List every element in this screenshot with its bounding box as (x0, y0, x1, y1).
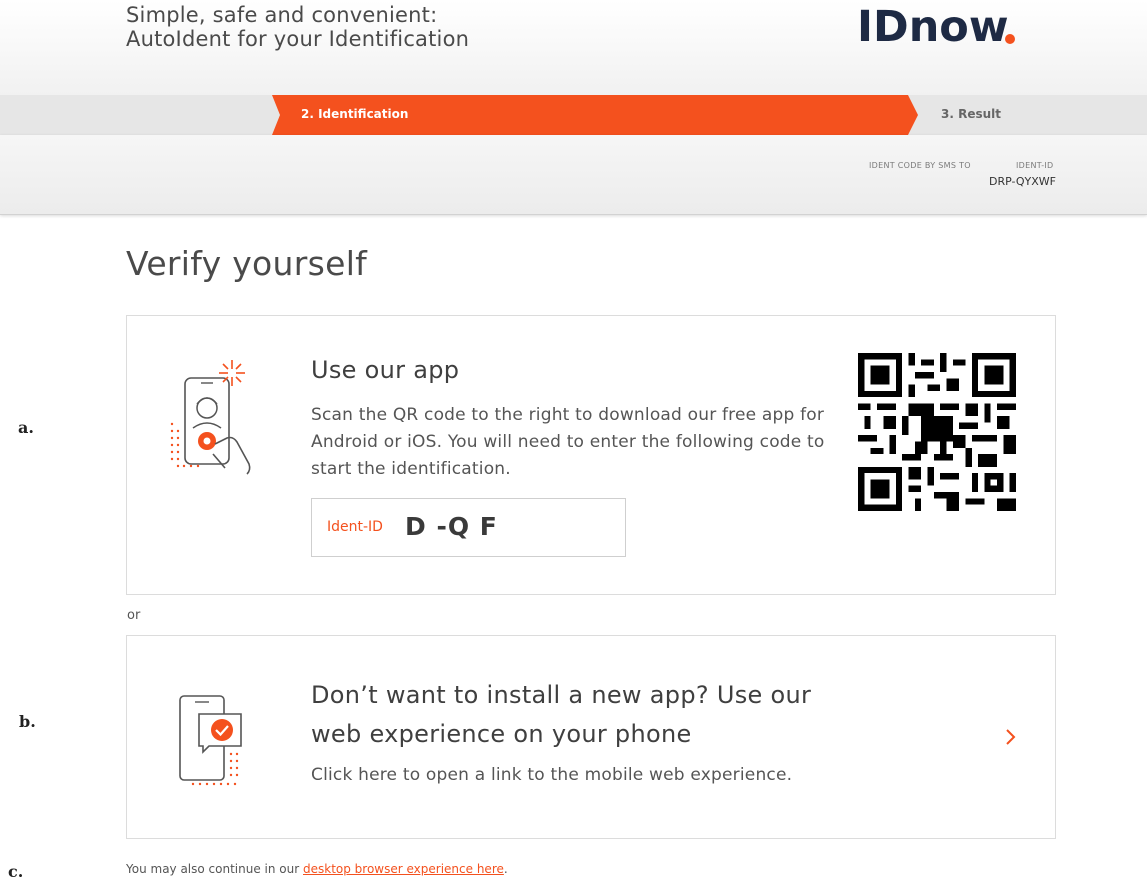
web-experience-card[interactable]: Don’t want to install a new app? Use our… (126, 635, 1056, 839)
footer-text-before: You may also continue in our (126, 862, 303, 876)
idnow-logo: IDnow (857, 2, 1015, 52)
sms-label: IDENT CODE BY SMS TO (869, 161, 971, 170)
web-card-description: Click here to open a link to the mobile … (311, 765, 793, 785)
app-card-description: Scan the QR code to the right to downloa… (311, 405, 825, 479)
marker-a: a. (18, 418, 34, 437)
step-identification-label: 2. Identification (301, 107, 409, 121)
ident-id-label: IDENT-ID (1016, 161, 1054, 170)
phone-checkmark-icon (179, 695, 242, 786)
marker-c: c. (8, 862, 24, 881)
step-result-label: 3. Result (941, 107, 1001, 121)
ident-box-label: Ident-ID (327, 519, 383, 535)
ident-box-code: D -Q F (405, 512, 498, 541)
page-title: Verify yourself (126, 244, 368, 283)
marker-b: b. (19, 712, 36, 731)
qr-code-icon (858, 353, 1016, 511)
footer-text-after: . (503, 862, 508, 876)
or-separator: or (127, 608, 141, 623)
chevron-right-icon[interactable] (1005, 728, 1017, 746)
web-card-title-line1: Don’t want to install a new app? Use our (311, 681, 812, 709)
app-card-title: Use our app (311, 356, 460, 384)
logo-text: IDnow (857, 2, 1009, 52)
progress-steps: 2. Identification 3. Result (0, 95, 1147, 135)
header-title: Simple, safe and convenient: AutoIdent f… (126, 3, 469, 51)
footer-desktop-option: You may also continue in our desktop bro… (126, 862, 508, 876)
phone-selfie-icon (170, 360, 251, 475)
desktop-experience-link[interactable]: desktop browser experience here (303, 862, 504, 876)
page-header: Simple, safe and convenient: AutoIdent f… (0, 0, 1147, 95)
header-title-line2: AutoIdent for your Identification (126, 27, 470, 51)
header-title-line1: Simple, safe and convenient: (126, 3, 438, 27)
ident-id-box: Ident-ID D -Q F (311, 498, 626, 557)
app-option-card: Use our app Scan the QR code to the righ… (126, 315, 1056, 595)
ident-id-value: DRP-QYXWF (989, 175, 1056, 188)
info-bar: IDENT CODE BY SMS TO IDENT-ID DRP-QYXWF (0, 135, 1147, 215)
web-card-title-line2: web experience on your phone (311, 720, 692, 748)
web-card-title: Don’t want to install a new app? Use our… (311, 676, 811, 754)
